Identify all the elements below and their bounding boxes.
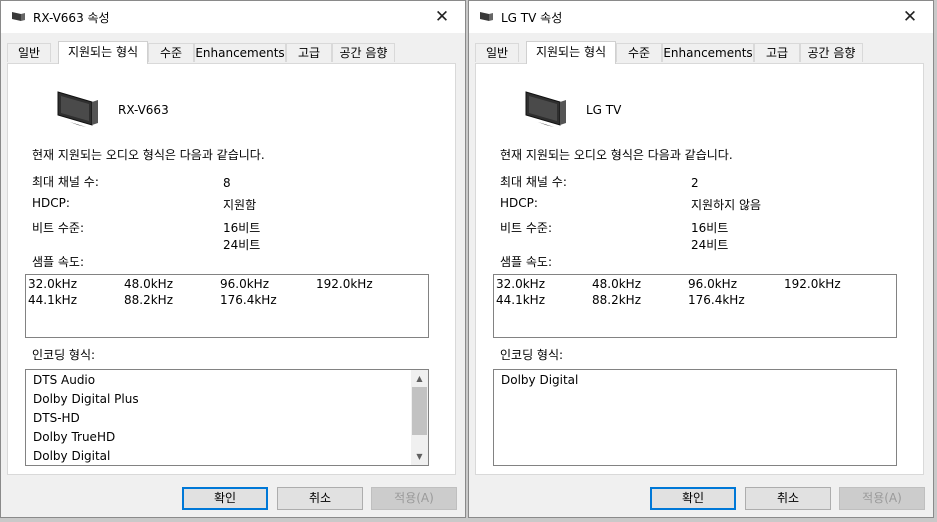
device-name: RX-V663 bbox=[118, 103, 169, 117]
bit-depth-value: 24비트 bbox=[223, 238, 261, 252]
encoding-item[interactable]: DTS-HD bbox=[33, 411, 80, 425]
sample-rate-item: 48.0kHz bbox=[124, 277, 173, 291]
sample-rate-item: 96.0kHz bbox=[220, 277, 269, 291]
tab-enhancements[interactable]: Enhancements bbox=[194, 43, 286, 62]
encoding-list[interactable]: DTS Audio Dolby Digital Plus DTS-HD Dolb… bbox=[25, 369, 429, 466]
close-button[interactable]: ✕ bbox=[419, 1, 465, 32]
tab-advanced[interactable]: 고급 bbox=[754, 43, 800, 62]
tab-panel: RX-V663 현재 지원되는 오디오 형식은 다음과 같습니다. 최대 채널 … bbox=[7, 63, 456, 475]
bit-depth-value: 24비트 bbox=[691, 238, 729, 252]
properties-window-rx-v663: RX-V663 속성 ✕ 일반 지원되는 형식 수준 Enhancements … bbox=[0, 0, 466, 518]
encoding-list[interactable]: Dolby Digital bbox=[493, 369, 897, 466]
tab-advanced[interactable]: 고급 bbox=[286, 43, 332, 62]
tab-spatial-sound[interactable]: 공간 음향 bbox=[332, 43, 395, 62]
sample-rate-label: 샘플 속도: bbox=[500, 255, 553, 269]
hdcp-label: HDCP: bbox=[500, 196, 538, 210]
close-button[interactable]: ✕ bbox=[887, 1, 933, 32]
sample-rate-item: 88.2kHz bbox=[592, 293, 641, 307]
encoding-item[interactable]: Dolby Digital bbox=[33, 449, 110, 463]
ok-button[interactable]: 확인 bbox=[182, 487, 268, 510]
scroll-up-icon[interactable]: ▲ bbox=[411, 370, 428, 387]
close-icon: ✕ bbox=[434, 6, 450, 27]
sample-rate-item: 44.1kHz bbox=[28, 293, 77, 307]
sample-rate-item: 32.0kHz bbox=[28, 277, 77, 291]
hdcp-label: HDCP: bbox=[32, 196, 70, 210]
tab-panel: LG TV 현재 지원되는 오디오 형식은 다음과 같습니다. 최대 채널 수:… bbox=[475, 63, 924, 475]
vertical-scrollbar[interactable]: ▲ ▼ bbox=[411, 370, 428, 465]
sample-rate-item: 176.4kHz bbox=[688, 293, 745, 307]
encoding-item[interactable]: DTS Audio bbox=[33, 373, 95, 387]
tab-spatial-sound[interactable]: 공간 음향 bbox=[800, 43, 863, 62]
sample-rate-item: 32.0kHz bbox=[496, 277, 545, 291]
bit-depth-value: 16비트 bbox=[691, 221, 729, 235]
sample-rate-item: 44.1kHz bbox=[496, 293, 545, 307]
max-channels-label: 최대 채널 수: bbox=[32, 175, 99, 189]
bit-depth-value: 16비트 bbox=[223, 221, 261, 235]
max-channels-value: 8 bbox=[223, 176, 231, 190]
hdcp-value: 지원함 bbox=[223, 198, 257, 212]
tv-icon bbox=[525, 91, 566, 129]
bit-depth-label: 비트 수준: bbox=[32, 221, 85, 235]
cancel-button[interactable]: 취소 bbox=[745, 487, 831, 510]
apply-button[interactable]: 적용(A) bbox=[839, 487, 925, 510]
speaker-device-icon bbox=[480, 12, 493, 21]
sample-rate-item: 192.0kHz bbox=[316, 277, 373, 291]
sample-rate-list[interactable]: 32.0kHz 48.0kHz 96.0kHz 192.0kHz 44.1kHz… bbox=[493, 274, 897, 338]
tab-supported-formats[interactable]: 지원되는 형식 bbox=[58, 41, 148, 64]
title-bar[interactable]: RX-V663 속성 ✕ bbox=[1, 1, 465, 33]
ok-button[interactable]: 확인 bbox=[650, 487, 736, 510]
close-icon: ✕ bbox=[902, 6, 918, 27]
hdcp-value: 지원하지 않음 bbox=[691, 198, 762, 212]
sample-rate-item: 88.2kHz bbox=[124, 293, 173, 307]
scroll-down-icon[interactable]: ▼ bbox=[411, 448, 428, 465]
tv-icon bbox=[57, 91, 98, 129]
intro-text: 현재 지원되는 오디오 형식은 다음과 같습니다. bbox=[500, 148, 733, 162]
max-channels-value: 2 bbox=[691, 176, 699, 190]
sample-rate-item: 96.0kHz bbox=[688, 277, 737, 291]
cancel-button[interactable]: 취소 bbox=[277, 487, 363, 510]
max-channels-label: 최대 채널 수: bbox=[500, 175, 567, 189]
intro-text: 현재 지원되는 오디오 형식은 다음과 같습니다. bbox=[32, 148, 265, 162]
window-title: RX-V663 속성 bbox=[33, 11, 110, 25]
tab-levels[interactable]: 수준 bbox=[148, 43, 194, 62]
encoding-item[interactable]: Dolby Digital bbox=[501, 373, 578, 387]
sample-rate-item: 48.0kHz bbox=[592, 277, 641, 291]
device-name: LG TV bbox=[586, 103, 622, 117]
encoding-label: 인코딩 형식: bbox=[500, 348, 564, 362]
tab-levels[interactable]: 수준 bbox=[616, 43, 662, 62]
window-title: LG TV 속성 bbox=[501, 11, 563, 25]
speaker-device-icon bbox=[12, 12, 25, 21]
sample-rate-item: 176.4kHz bbox=[220, 293, 277, 307]
tab-general[interactable]: 일반 bbox=[7, 43, 51, 62]
sample-rate-label: 샘플 속도: bbox=[32, 255, 85, 269]
sample-rate-list[interactable]: 32.0kHz 48.0kHz 96.0kHz 192.0kHz 44.1kHz… bbox=[25, 274, 429, 338]
scrollbar-thumb[interactable] bbox=[412, 387, 427, 435]
encoding-label: 인코딩 형식: bbox=[32, 348, 96, 362]
sample-rate-item: 192.0kHz bbox=[784, 277, 841, 291]
tab-enhancements[interactable]: Enhancements bbox=[662, 43, 754, 62]
apply-button[interactable]: 적용(A) bbox=[371, 487, 457, 510]
encoding-item[interactable]: Dolby TrueHD bbox=[33, 430, 115, 444]
properties-window-lg-tv: LG TV 속성 ✕ 일반 지원되는 형식 수준 Enhancements 고급… bbox=[468, 0, 934, 518]
title-bar[interactable]: LG TV 속성 ✕ bbox=[469, 1, 933, 33]
bit-depth-label: 비트 수준: bbox=[500, 221, 553, 235]
encoding-item[interactable]: Dolby Digital Plus bbox=[33, 392, 139, 406]
tab-general[interactable]: 일반 bbox=[475, 43, 519, 62]
tab-supported-formats[interactable]: 지원되는 형식 bbox=[526, 41, 616, 64]
